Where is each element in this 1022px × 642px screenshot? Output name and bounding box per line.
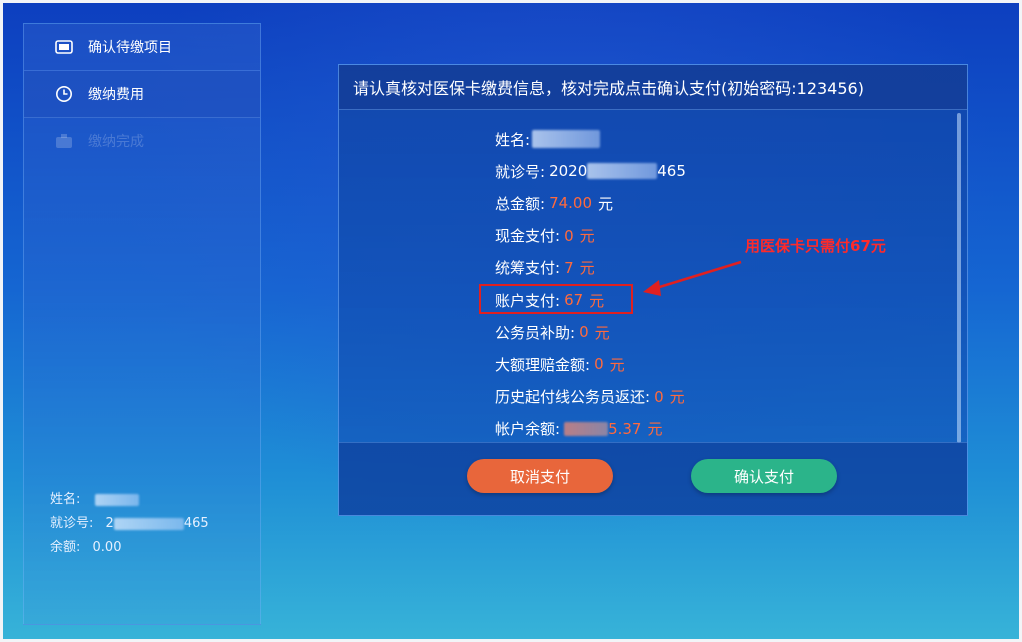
annotation-arrow-icon: [643, 260, 742, 296]
app-screen: 确认待缴项目 缴纳费用 缴纳完成 姓名: 就诊号: 2 465 余额: 0.00…: [3, 3, 1019, 639]
annotation-callout: 用医保卡只需付67元: [745, 237, 886, 255]
